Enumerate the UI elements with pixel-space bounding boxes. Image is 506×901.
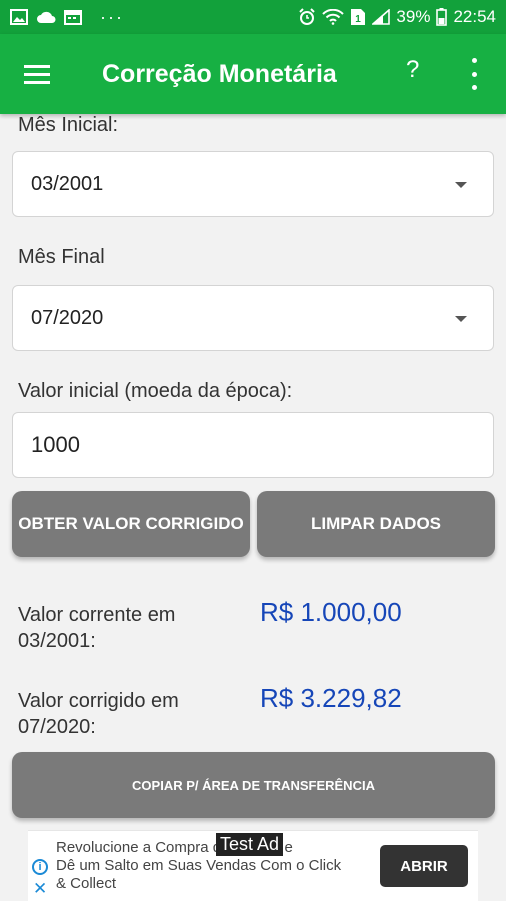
- app-title: Correção Monetária: [102, 59, 337, 88]
- more-options-icon[interactable]: [466, 58, 482, 90]
- menu-icon[interactable]: [24, 54, 64, 94]
- battery-icon: [436, 8, 448, 26]
- dropdown-arrow-icon: [455, 316, 467, 322]
- start-month-value: 03/2001: [31, 172, 104, 195]
- wifi-icon: [322, 9, 345, 25]
- image-icon: [10, 9, 28, 25]
- ad-banner[interactable]: i ✕ Revolucione a Compra do Cliente e Dê…: [28, 830, 478, 901]
- clock: 22:54: [453, 7, 496, 26]
- compute-button[interactable]: OBTER VALOR CORRIGIDO: [12, 491, 250, 557]
- help-button[interactable]: ?: [406, 56, 419, 84]
- current-value-label: Valor corrente em 03/2001:: [18, 604, 176, 652]
- alarm-icon: [298, 8, 316, 26]
- copy-button[interactable]: COPIAR P/ ÁREA DE TRANSFERÊNCIA: [12, 752, 495, 818]
- amount-label: Valor inicial (moeda da época):: [18, 380, 293, 402]
- clear-button[interactable]: LIMPAR DADOS: [257, 491, 495, 557]
- start-month-dropdown[interactable]: 03/2001: [12, 151, 494, 217]
- test-ad-tag: Test Ad: [216, 833, 284, 856]
- ad-close-icon[interactable]: ✕: [33, 879, 47, 899]
- end-month-value: 07/2020: [31, 306, 104, 329]
- svg-text:1: 1: [356, 14, 362, 25]
- signal-icon: [372, 9, 391, 25]
- app-bar: Correção Monetária ?: [0, 34, 506, 114]
- end-month-label: Mês Final: [18, 246, 105, 268]
- current-value: R$ 1.000,00: [260, 597, 402, 627]
- amount-input[interactable]: 1000: [12, 412, 494, 478]
- amount-value: 1000: [31, 432, 80, 457]
- corrected-value-label: Valor corrigido em 07/2020:: [18, 690, 179, 738]
- end-month-dropdown[interactable]: 07/2020: [12, 285, 494, 351]
- start-month-label: Mês Inicial:: [18, 114, 119, 136]
- dropdown-arrow-icon: [455, 182, 467, 188]
- battery-percent: 39%: [396, 7, 431, 26]
- ad-text: Revolucione a Compra do Cliente e Dê um …: [56, 839, 342, 892]
- corrected-value: R$ 3.229,82: [260, 683, 402, 713]
- overflow-notifications: ···: [100, 6, 124, 27]
- status-bar: ··· 1 39% 22:54: [0, 0, 506, 34]
- calendar-icon: [64, 9, 82, 25]
- ad-info-icon[interactable]: i: [32, 859, 48, 875]
- sim-icon: 1: [350, 8, 366, 26]
- ad-open-button[interactable]: ABRIR: [380, 845, 468, 887]
- cloud-icon: [36, 10, 56, 24]
